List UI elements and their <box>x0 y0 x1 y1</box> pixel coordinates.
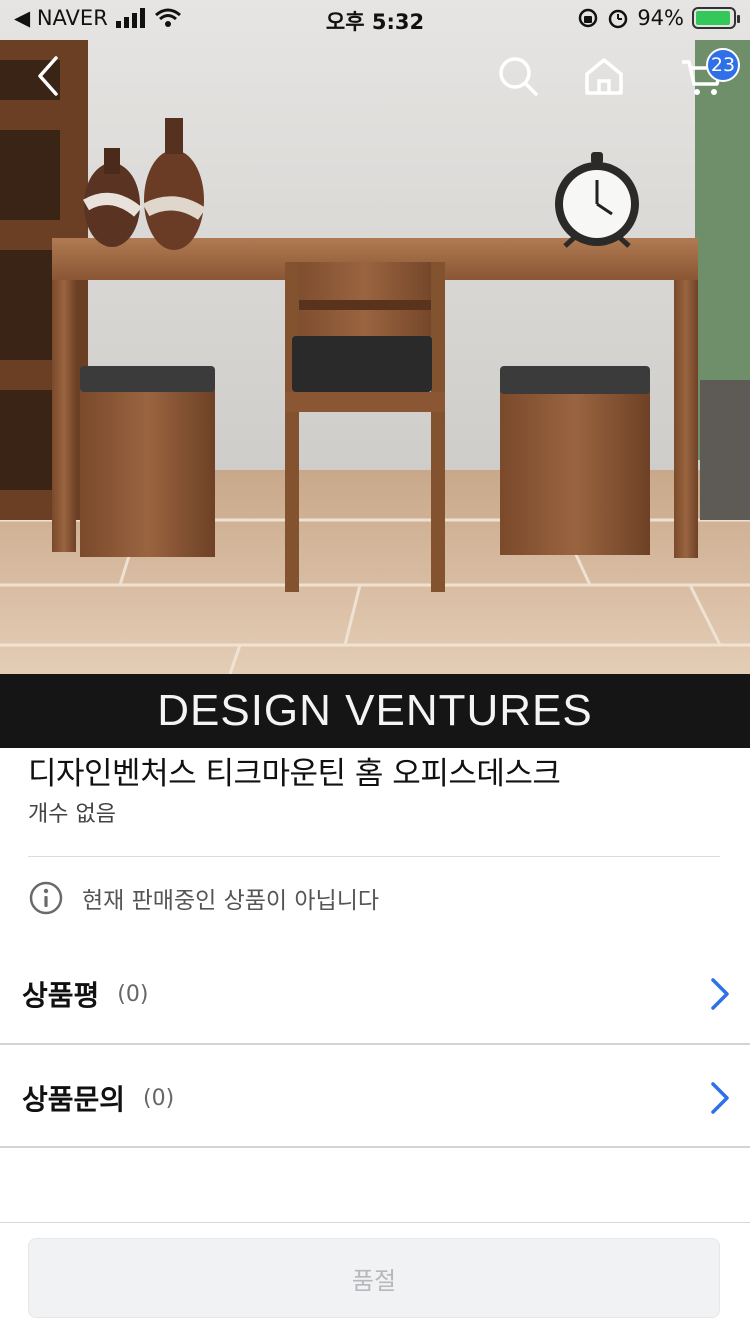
status-right: 94% <box>577 6 740 30</box>
chevron-right-icon <box>711 1082 729 1114</box>
battery-fill <box>696 11 730 25</box>
home-button[interactable] <box>574 46 634 106</box>
bottom-bar-divider <box>0 1222 750 1223</box>
product-title: 디자인벤처스 티크마운틴 홈 오피스데스크 <box>28 756 561 792</box>
row-divider <box>0 1146 750 1148</box>
back-arrow-icon <box>38 56 58 96</box>
alarm-icon <box>609 9 628 29</box>
info-icon <box>29 881 63 915</box>
product-image[interactable]: DESIGN VENTURES <box>0 0 750 748</box>
inquiries-count: (0) <box>143 1085 175 1111</box>
inquiries-row[interactable]: 상품문의 (0) <box>0 1046 750 1150</box>
sale-status-notice: 현재 판매중인 상품이 아닙니다 <box>28 880 379 916</box>
search-icon <box>499 57 538 96</box>
home-icon <box>585 58 623 95</box>
back-button[interactable] <box>18 46 78 106</box>
reviews-count: (0) <box>117 981 149 1007</box>
orientation-lock-icon <box>579 8 598 28</box>
product-subtitle: 개수 없음 <box>28 802 116 827</box>
battery-percent: 94% <box>637 6 684 30</box>
reviews-label: 상품평 <box>22 979 100 1012</box>
brand-banner: DESIGN VENTURES <box>0 674 750 748</box>
battery-icon <box>692 7 740 29</box>
product-photo <box>0 0 750 674</box>
cart-button[interactable]: 23 <box>664 46 740 106</box>
search-button[interactable] <box>488 46 548 106</box>
reviews-row[interactable]: 상품평 (0) <box>0 942 750 1046</box>
soldout-button[interactable]: 품절 <box>28 1238 720 1318</box>
inquiries-label: 상품문의 <box>22 1083 126 1116</box>
divider <box>28 856 720 857</box>
cart-count-badge: 23 <box>706 48 740 82</box>
status-bar: ◀ NAVER 오후 5:32 94% <box>0 0 750 40</box>
notice-text: 현재 판매중인 상품이 아닙니다 <box>82 888 380 914</box>
row-divider <box>0 1043 750 1045</box>
chevron-right-icon <box>711 978 729 1010</box>
